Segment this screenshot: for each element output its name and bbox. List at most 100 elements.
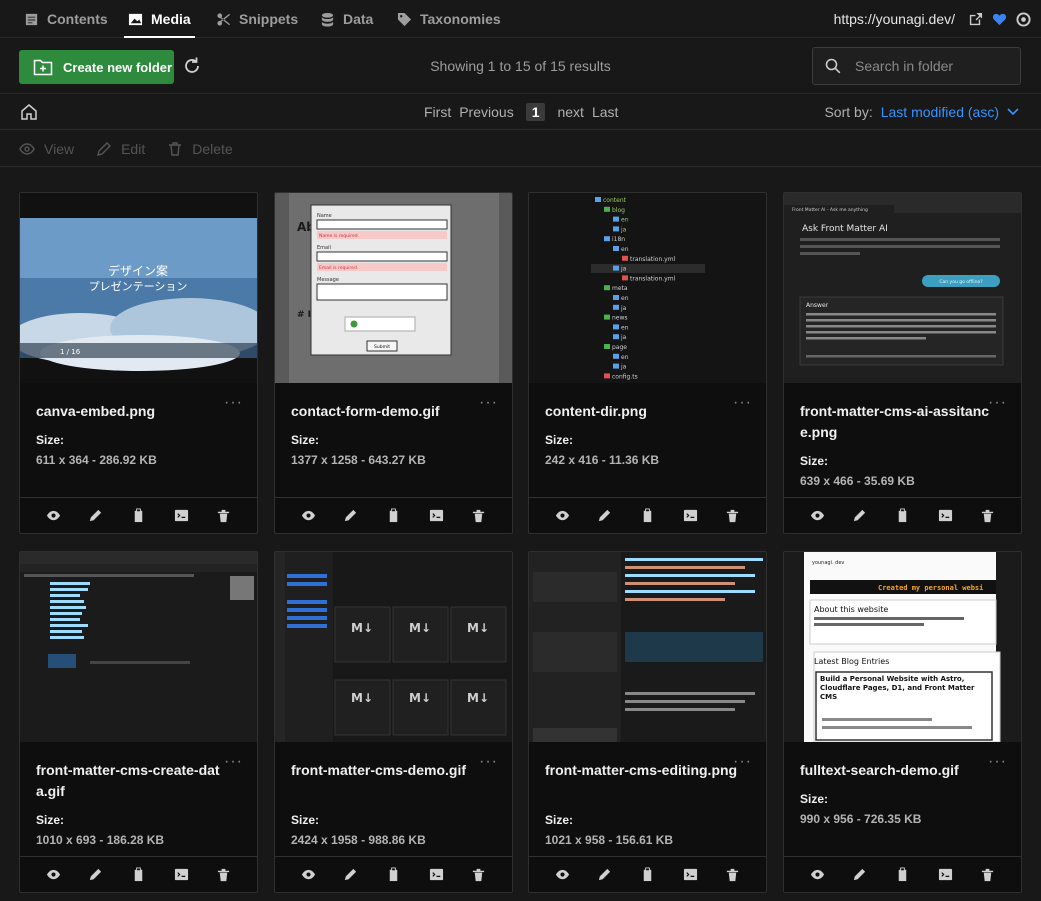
trash-icon[interactable] — [980, 867, 995, 882]
more-options-icon[interactable]: ··· — [988, 753, 1007, 771]
tab-data[interactable]: Data — [320, 0, 373, 38]
trash-icon[interactable] — [216, 508, 231, 523]
search-icon — [825, 58, 841, 74]
view-button[interactable]: View — [19, 141, 74, 157]
media-card[interactable]: M↓ M↓ M↓ M↓ M↓ M↓ front-matter-cms-demo.gif ·… — [274, 551, 513, 893]
pencil-icon[interactable] — [597, 508, 612, 523]
terminal-icon[interactable] — [683, 867, 698, 882]
media-thumbnail[interactable]: Front Matter AI - Ask me anything Ask Fr… — [784, 193, 1021, 383]
sort-label: Sort by: — [824, 104, 873, 120]
eye-icon[interactable] — [301, 867, 316, 882]
tab-contents[interactable]: Contents — [24, 0, 108, 38]
delete-button[interactable]: Delete — [167, 141, 233, 157]
terminal-icon[interactable] — [174, 867, 189, 882]
tree-item: meta — [612, 285, 628, 292]
clipboard-icon[interactable] — [386, 508, 401, 523]
clipboard-icon[interactable] — [131, 508, 146, 523]
snippets-icon — [217, 12, 231, 26]
pencil-icon[interactable] — [88, 867, 103, 882]
pager: First Previous 1 next Last — [424, 94, 618, 130]
home-icon[interactable] — [20, 103, 38, 121]
terminal-icon[interactable] — [174, 508, 189, 523]
search-box[interactable] — [812, 47, 1021, 85]
media-card[interactable]: younagi. dev Created my personal websi A… — [783, 551, 1022, 893]
media-thumbnail[interactable]: M↓ M↓ M↓ M↓ M↓ M↓ — [275, 552, 512, 742]
media-card[interactable]: front-matter-cms-editing.png ··· Size: 1021… — [528, 551, 767, 893]
tab-snippets[interactable]: Snippets — [216, 0, 298, 38]
trash-icon[interactable] — [725, 867, 740, 882]
clipboard-icon[interactable] — [895, 867, 910, 882]
svg-text:M↓: M↓ — [351, 621, 373, 635]
clipboard-icon[interactable] — [640, 867, 655, 882]
trash-icon[interactable] — [725, 508, 740, 523]
pencil-icon[interactable] — [343, 508, 358, 523]
previous-page-link[interactable]: Previous — [459, 104, 513, 120]
pencil-icon[interactable] — [852, 867, 867, 882]
media-card[interactable]: Abo # Intro Name Name is required. Email… — [274, 192, 513, 534]
canva-subtitle: プレゼンテーション — [89, 280, 188, 293]
terminal-icon[interactable] — [429, 867, 444, 882]
media-thumbnail[interactable]: Abo # Intro Name Name is required. Email… — [275, 193, 512, 383]
more-options-icon[interactable]: ··· — [733, 394, 752, 412]
tab-media[interactable]: Media — [124, 0, 195, 38]
media-card[interactable]: content blog en ja i18n en translation.yml ja tr… — [528, 192, 767, 534]
media-thumbnail[interactable]: younagi. dev Created my personal websi A… — [784, 552, 1021, 742]
eye-icon[interactable] — [555, 867, 570, 882]
media-card[interactable]: front-matter-cms-create-data.gif ··· Size:… — [19, 551, 258, 893]
eye-icon[interactable] — [46, 508, 61, 523]
media-card[interactable]: デザイン案 プレゼンテーション 1 / 16 canva-embed.png ··… — [19, 192, 258, 534]
eye-icon[interactable] — [810, 508, 825, 523]
more-options-icon[interactable]: ··· — [479, 394, 498, 412]
clipboard-icon[interactable] — [895, 508, 910, 523]
terminal-icon[interactable] — [938, 508, 953, 523]
external-link-icon[interactable] — [968, 12, 983, 27]
pencil-icon[interactable] — [852, 508, 867, 523]
settings-icon[interactable] — [1016, 11, 1031, 27]
media-thumbnail[interactable] — [20, 552, 257, 742]
clipboard-icon[interactable] — [131, 867, 146, 882]
more-options-icon[interactable]: ··· — [479, 753, 498, 771]
media-thumbnail[interactable]: デザイン案 プレゼンテーション 1 / 16 — [20, 193, 257, 383]
size-value: 1010 x 693 - 186.28 KB — [36, 833, 165, 847]
terminal-icon[interactable] — [429, 508, 444, 523]
site-url-link[interactable]: https://younagi.dev/ — [834, 0, 955, 38]
media-card[interactable]: Front Matter AI - Ask me anything Ask Fr… — [783, 192, 1022, 534]
clipboard-icon[interactable] — [640, 508, 655, 523]
pencil-icon[interactable] — [88, 508, 103, 523]
eye-icon[interactable] — [555, 508, 570, 523]
media-thumbnail[interactable]: content blog en ja i18n en translation.yml ja tr… — [529, 193, 766, 383]
heart-icon[interactable] — [992, 12, 1007, 27]
next-page-link[interactable]: next — [557, 104, 583, 120]
terminal-icon[interactable] — [683, 508, 698, 523]
current-page[interactable]: 1 — [525, 103, 546, 121]
tab-taxonomies[interactable]: Taxonomies — [397, 0, 501, 38]
svg-text:Ask Front Matter AI: Ask Front Matter AI — [802, 224, 888, 234]
clipboard-icon[interactable] — [386, 867, 401, 882]
more-options-icon[interactable]: ··· — [733, 753, 752, 771]
eye-icon[interactable] — [301, 508, 316, 523]
tree-item: ja — [620, 305, 627, 312]
media-thumbnail[interactable] — [529, 552, 766, 742]
first-page-link[interactable]: First — [424, 104, 451, 120]
trash-icon[interactable] — [471, 867, 486, 882]
search-input[interactable] — [855, 58, 1005, 74]
tree-item: en — [621, 295, 629, 302]
sort-dropdown[interactable]: Sort by: Last modified (asc) — [824, 94, 1019, 130]
terminal-icon[interactable] — [938, 867, 953, 882]
eye-icon[interactable] — [810, 867, 825, 882]
sort-value[interactable]: Last modified (asc) — [881, 104, 999, 120]
last-page-link[interactable]: Last — [592, 104, 618, 120]
more-options-icon[interactable]: ··· — [988, 394, 1007, 412]
trash-icon[interactable] — [216, 867, 231, 882]
trash-icon[interactable] — [980, 508, 995, 523]
pencil-icon[interactable] — [597, 867, 612, 882]
eye-icon[interactable] — [46, 867, 61, 882]
trash-icon[interactable] — [471, 508, 486, 523]
more-options-icon[interactable]: ··· — [224, 753, 243, 771]
tree-item: i18n — [612, 236, 625, 243]
edit-button[interactable]: Edit — [96, 141, 145, 157]
file-name: contact-form-demo.gif — [291, 403, 440, 419]
pencil-icon[interactable] — [343, 867, 358, 882]
tree-item: en — [621, 246, 629, 253]
more-options-icon[interactable]: ··· — [224, 394, 243, 412]
